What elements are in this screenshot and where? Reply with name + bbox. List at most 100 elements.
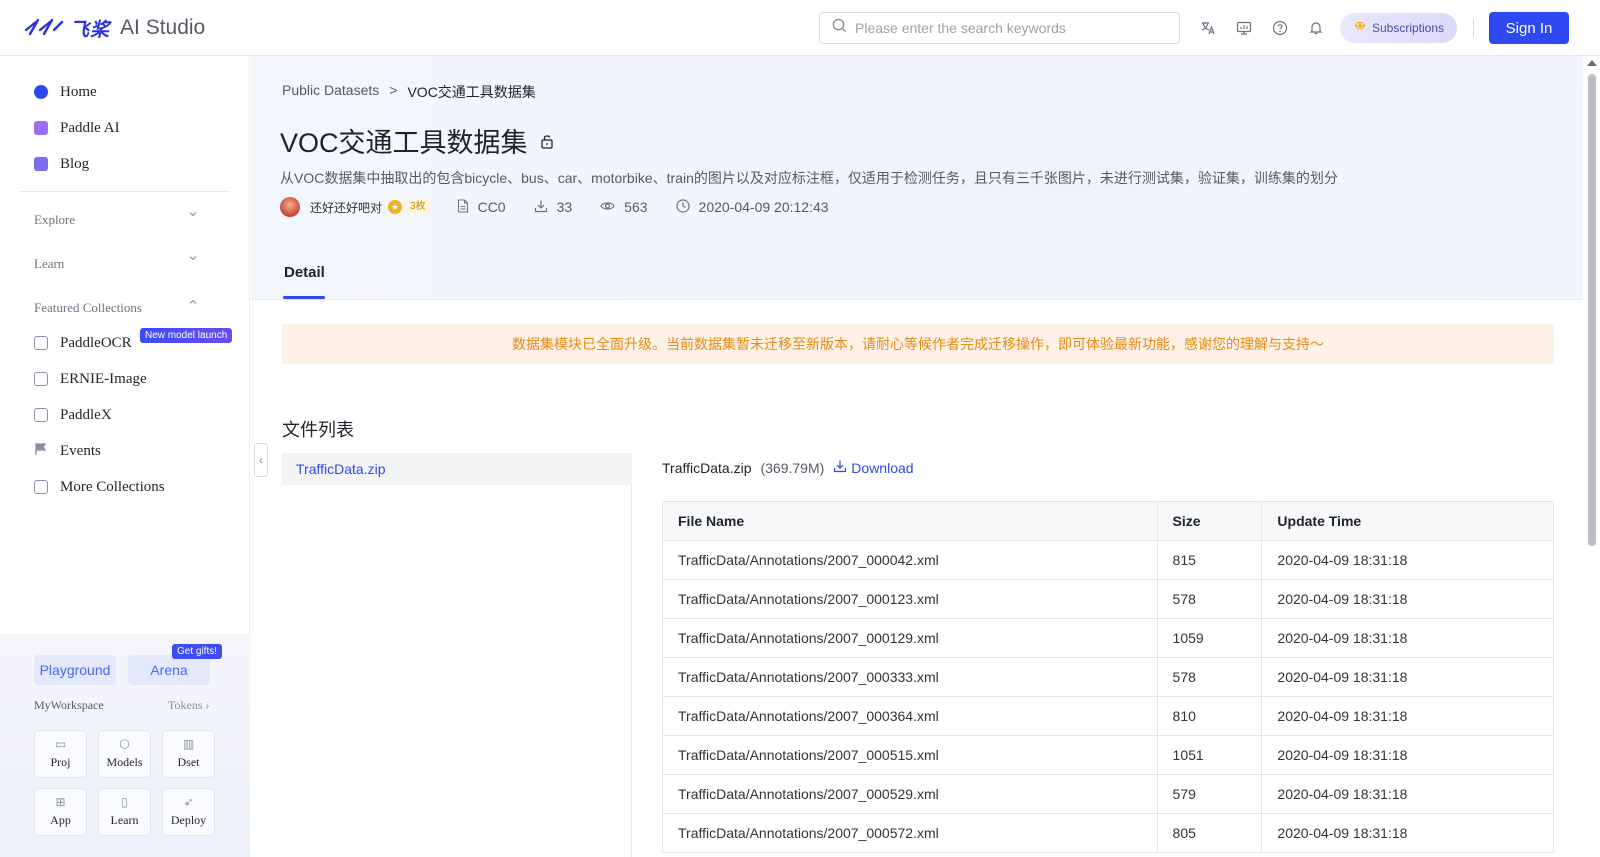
size-cell: 805: [1156, 813, 1263, 853]
avatar[interactable]: [280, 197, 300, 217]
help-icon[interactable]: [1270, 18, 1290, 38]
tile-label: Deploy: [170, 813, 207, 827]
bell-icon[interactable]: [1306, 18, 1326, 38]
sidebar-item-home[interactable]: Home: [34, 80, 97, 104]
search-box[interactable]: [819, 12, 1180, 44]
search-input[interactable]: [855, 20, 1155, 36]
workspace-tile-learn[interactable]: ▯ Learn: [98, 788, 151, 836]
sidebar-item-label: ERNIE-Image: [60, 370, 147, 387]
file-table: File Name Size Update Time TrafficData/A…: [662, 501, 1554, 853]
sidebar-item-more-collections[interactable]: More Collections: [34, 475, 165, 499]
breadcrumb-public-datasets[interactable]: Public Datasets: [282, 82, 379, 102]
tab-detail[interactable]: Detail: [284, 264, 325, 281]
file-list-title: 文件列表: [282, 420, 354, 440]
arena-button[interactable]: Arena: [128, 655, 210, 685]
sidebar-item-events[interactable]: Events: [34, 439, 101, 463]
column-header: Size: [1156, 501, 1263, 541]
subscriptions-button[interactable]: Subscriptions: [1340, 13, 1457, 43]
workspace-tile-proj[interactable]: ▭ Proj: [34, 730, 87, 778]
selected-file-size: (369.79M): [760, 459, 825, 476]
sidebar-item-label: PaddleOCR: [60, 334, 132, 351]
page-title: VOC交通工具数据集: [280, 121, 554, 160]
download-label: Download: [851, 459, 914, 476]
file-name-cell: TrafficData/Annotations/2007_000515.xml: [662, 735, 1158, 775]
main-content: Public Datasets > VOC交通工具数据集 VOC交通工具数据集 …: [251, 56, 1583, 857]
top-bar: 飞桨 AI Studio Subscriptions Sign In: [0, 0, 1600, 56]
size-cell: 810: [1156, 696, 1263, 736]
tokens-label: Tokens: [168, 698, 203, 712]
views-info: 563: [600, 199, 648, 215]
time-cell: 2020-04-09 18:31:18: [1261, 657, 1554, 697]
downloads-count: 33: [556, 199, 573, 215]
collections-icon: [34, 480, 48, 494]
chevron-up-icon[interactable]: [188, 297, 198, 307]
monitor-icon[interactable]: [1234, 18, 1254, 38]
dataset-meta: 还好还好吧对 ★ 3枚 CC0 33 563 2020-04-09 20:12:…: [280, 196, 857, 218]
chevron-down-icon[interactable]: [188, 209, 198, 219]
sidebar-section-explore[interactable]: Explore: [34, 212, 75, 228]
selected-file-header: TrafficData.zip (369.79M) Download: [662, 459, 914, 476]
home-icon: [34, 85, 48, 99]
translate-icon[interactable]: [1198, 18, 1218, 38]
chevron-down-icon[interactable]: [188, 253, 198, 263]
sidebar-item-ernie-image[interactable]: ERNIE-Image: [34, 367, 147, 391]
bar-chart-icon: ▥: [182, 737, 195, 751]
tile-label: Proj: [50, 755, 71, 769]
file-name-cell: TrafficData/Annotations/2007_000129.xml: [662, 618, 1158, 658]
file-name-cell: TrafficData/Annotations/2007_000572.xml: [662, 813, 1158, 853]
sidebar-item-paddlex[interactable]: PaddleX: [34, 403, 112, 427]
page-scrollbar[interactable]: [1583, 56, 1600, 857]
sidebar-item-paddle-ai[interactable]: Paddle AI: [34, 116, 120, 140]
subscriptions-icon: [1353, 21, 1367, 36]
column-header: File Name: [662, 501, 1158, 541]
tokens-link[interactable]: Tokens ›: [168, 698, 210, 713]
time-cell: 2020-04-09 18:31:18: [1261, 540, 1554, 580]
playground-button[interactable]: Playground: [34, 655, 116, 685]
folder-icon: ▭: [54, 737, 67, 751]
header-divider: [1473, 19, 1474, 37]
table-row: TrafficData/Annotations/2007_000515.xml 1…: [662, 735, 1554, 775]
download-icon: [833, 459, 847, 476]
table-header-row: File Name Size Update Time: [662, 501, 1554, 541]
license-info: CC0: [457, 198, 506, 216]
list-item[interactable]: TrafficData.zip: [282, 453, 632, 485]
paddle-ai-icon: [34, 121, 48, 135]
tile-label: App: [50, 813, 71, 827]
book-icon: ▯: [121, 795, 128, 809]
file-name-cell: TrafficData/Annotations/2007_000123.xml: [662, 579, 1158, 619]
workspace-tile-app[interactable]: ⊞ App: [34, 788, 87, 836]
scroll-up-arrow-icon[interactable]: [1587, 60, 1597, 66]
flag-icon: [34, 442, 48, 461]
sidebar-item-label: More Collections: [60, 478, 165, 495]
table-row: TrafficData/Annotations/2007_000123.xml 5…: [662, 579, 1554, 619]
sidebar-item-paddleocr[interactable]: PaddleOCR: [34, 331, 132, 355]
workspace-tile-models[interactable]: ⬡ Models: [98, 730, 151, 778]
workspace-tile-deploy[interactable]: ➶ Deploy: [162, 788, 215, 836]
sidebar-item-label: Blog: [60, 155, 90, 172]
table-row: TrafficData/Annotations/2007_000529.xml 5…: [662, 774, 1554, 814]
scrollbar-thumb[interactable]: [1588, 74, 1596, 546]
logo-cn-text: 飞桨: [70, 19, 111, 41]
workspace-tile-dset[interactable]: ▥ Dset: [162, 730, 215, 778]
time-cell: 2020-04-09 18:31:18: [1261, 735, 1554, 775]
file-name-cell: TrafficData/Annotations/2007_000333.xml: [662, 657, 1158, 697]
sidebar-item-blog[interactable]: Blog: [34, 152, 89, 176]
table-row: TrafficData/Annotations/2007_000333.xml 5…: [662, 657, 1554, 697]
dataset-description: 从VOC数据集中抽取出的包含bicycle、bus、car、motorbike、…: [280, 170, 1338, 186]
unlock-icon: [540, 125, 554, 156]
sidebar-collapse-button[interactable]: ‹: [254, 443, 268, 477]
author-name[interactable]: 还好还好吧对: [310, 199, 382, 216]
sidebar-section-learn[interactable]: Learn: [34, 256, 64, 272]
download-icon: [534, 199, 548, 216]
time-cell: 2020-04-09 18:31:18: [1261, 696, 1554, 736]
sign-in-button[interactable]: Sign In: [1489, 12, 1569, 44]
cube-icon: ⬡: [119, 737, 130, 751]
logo-studio-text: AI Studio: [120, 16, 206, 39]
image-icon: [34, 372, 48, 386]
file-list: TrafficData.zip: [282, 453, 632, 857]
download-button[interactable]: Download: [833, 459, 914, 476]
sidebar-item-label: Paddle AI: [60, 119, 120, 136]
file-name-cell: TrafficData/Annotations/2007_000042.xml: [662, 540, 1158, 580]
logo[interactable]: 飞桨 AI Studio: [24, 14, 205, 42]
sidebar-section-featured[interactable]: Featured Collections: [34, 300, 142, 316]
